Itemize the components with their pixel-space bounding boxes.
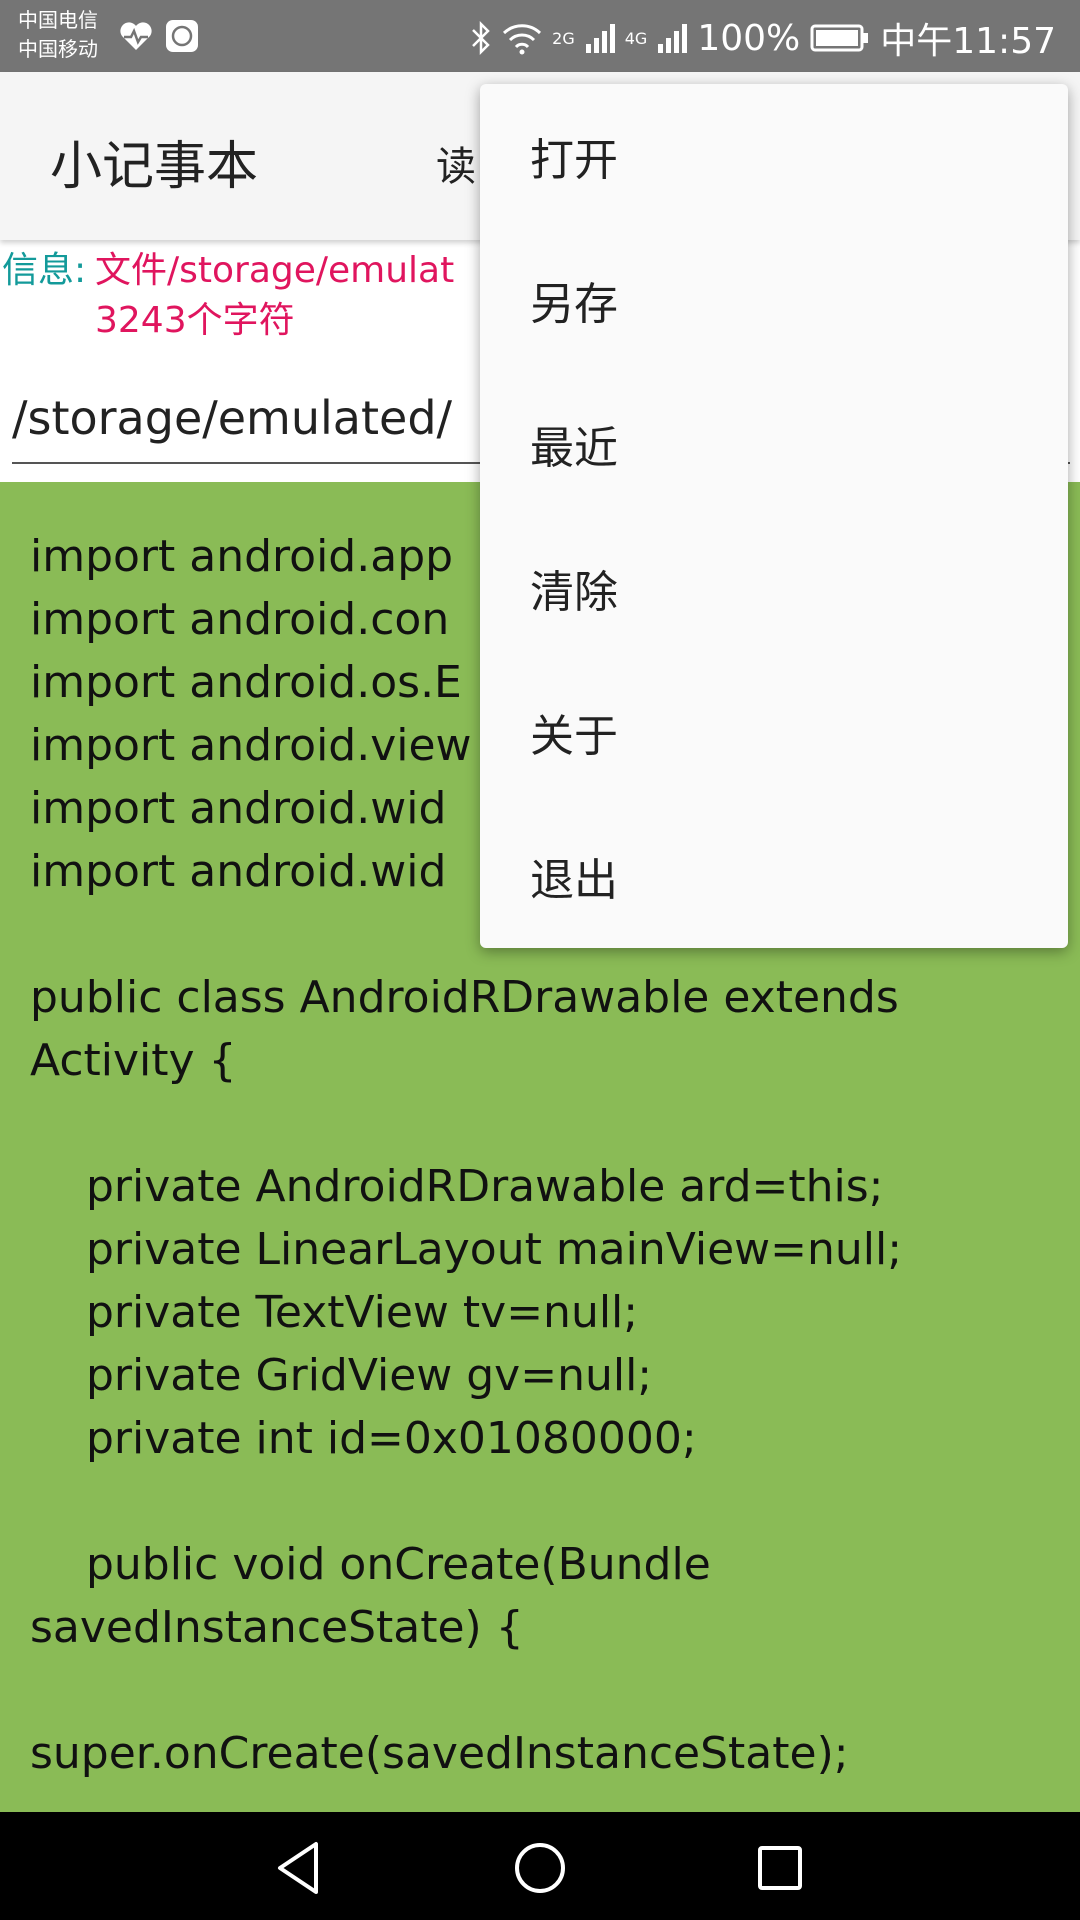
status-bar: 中国电信 中国移动 2G 4G 100% 中午11:57: [0, 0, 1080, 72]
read-action-button[interactable]: 读: [436, 134, 476, 192]
bluetooth-icon: [472, 20, 490, 56]
info-label: 信息:: [2, 250, 87, 291]
menu-item-open[interactable]: 打开: [480, 84, 1068, 228]
battery-percent: 100%: [697, 17, 801, 59]
heart-rate-icon: [120, 22, 152, 50]
wifi-icon: [503, 24, 542, 55]
menu-item-about[interactable]: 关于: [480, 660, 1068, 804]
menu-item-save-as[interactable]: 另存: [480, 228, 1068, 372]
menu-item-recent[interactable]: 最近: [480, 372, 1068, 516]
app-title: 小记事本: [50, 137, 259, 197]
signal-icon: [585, 24, 615, 53]
carrier-1: 中国电信: [18, 8, 98, 32]
signal-4g-label: 4G: [624, 28, 648, 48]
navigation-bar: [0, 1812, 1080, 1920]
carrier-2: 中国移动: [18, 37, 98, 61]
menu-item-clear[interactable]: 清除: [480, 516, 1068, 660]
recents-icon[interactable]: [752, 1840, 808, 1896]
signal-2g-label: 2G: [552, 28, 575, 48]
signal-icon-2: [658, 24, 688, 53]
status-right: 2G 4G 100% 中午11:57: [470, 12, 1056, 64]
overflow-menu: 打开 另存 最近 清除 关于 退出: [480, 84, 1068, 948]
mi-icon: [166, 20, 198, 52]
battery-icon: [810, 24, 869, 52]
back-icon[interactable]: [272, 1840, 328, 1896]
menu-item-exit[interactable]: 退出: [480, 804, 1068, 948]
clock: 中午11:57: [880, 21, 1056, 62]
carrier-names: 中国电信 中国移动: [18, 6, 98, 64]
home-icon[interactable]: [512, 1840, 568, 1896]
